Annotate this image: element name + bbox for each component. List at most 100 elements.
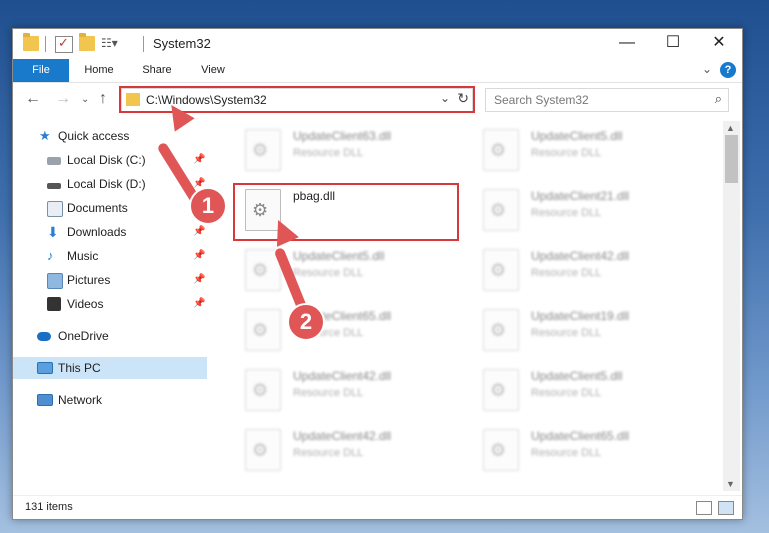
- scroll-thumb[interactable]: [725, 135, 738, 183]
- sidebar-item-documents[interactable]: Documents 📌: [13, 197, 207, 219]
- drive-icon: [47, 183, 61, 189]
- folder-icon[interactable]: [23, 33, 39, 51]
- pc-icon: [37, 362, 53, 374]
- explorer-window: ☷▾ System32 — ☐ ✕ File Home Share View ⌄…: [12, 28, 743, 520]
- pin-icon[interactable]: 📌: [193, 293, 205, 315]
- file-item[interactable]: UpdateClient21.dll Resource DLL: [471, 185, 681, 233]
- scroll-down-icon[interactable]: ▼: [726, 479, 735, 489]
- tab-home[interactable]: Home: [75, 59, 123, 82]
- file-type: Resource DLL: [531, 387, 602, 399]
- search-placeholder: Search System32: [494, 93, 589, 107]
- sidebar-item-music[interactable]: ♪ Music 📌: [13, 245, 207, 267]
- downloads-icon: ⬇: [47, 224, 59, 240]
- file-item[interactable]: UpdateClient63.dll Resource DLL: [233, 125, 443, 173]
- star-icon: ★: [39, 128, 51, 143]
- maximize-button[interactable]: ☐: [650, 29, 696, 59]
- forward-arrow-icon[interactable]: →: [55, 90, 71, 108]
- file-item[interactable]: UpdateClient42.dll Resource DLL: [233, 425, 443, 473]
- dll-file-icon: [483, 309, 519, 351]
- sidebar-item-label: OneDrive: [58, 329, 109, 343]
- dll-file-icon: [483, 249, 519, 291]
- file-name: UpdateClient5.dll: [293, 249, 385, 263]
- file-type: Resource DLL: [531, 447, 602, 459]
- file-name: UpdateClient42.dll: [531, 249, 630, 263]
- pin-icon[interactable]: 📌: [193, 149, 205, 171]
- documents-icon: [47, 201, 63, 217]
- file-item[interactable]: UpdateClient19.dll Resource DLL: [471, 305, 681, 353]
- divider: [45, 36, 46, 52]
- pin-icon[interactable]: 📌: [193, 269, 205, 291]
- large-icons-view-icon[interactable]: [718, 501, 734, 515]
- dll-file-icon: [245, 429, 281, 471]
- file-name: UpdateClient5.dll: [531, 129, 623, 143]
- file-item[interactable]: UpdateClient65.dll Resource DLL: [233, 305, 443, 353]
- sidebar-item-label: Music: [67, 249, 99, 263]
- pin-icon[interactable]: 📌: [193, 245, 205, 267]
- file-item[interactable]: UpdateClient42.dll Resource DLL: [233, 365, 443, 413]
- file-item[interactable]: UpdateClient5.dll Resource DLL: [233, 245, 443, 293]
- minimize-button[interactable]: —: [604, 29, 650, 59]
- file-name: UpdateClient21.dll: [531, 189, 630, 203]
- tab-share[interactable]: Share: [133, 59, 181, 82]
- title-bar: ☷▾ System32 — ☐ ✕: [13, 29, 742, 59]
- sidebar-item-label: Downloads: [67, 225, 127, 239]
- dll-file-icon: [245, 129, 281, 171]
- file-type: Resource DLL: [531, 147, 602, 159]
- dll-file-icon: [245, 309, 281, 351]
- ribbon-tabs: File Home Share View ⌄ ?: [13, 59, 742, 83]
- sidebar-item-network[interactable]: Network: [13, 389, 207, 411]
- dll-file-icon: [245, 369, 281, 411]
- file-item[interactable]: UpdateClient5.dll Resource DLL: [471, 365, 681, 413]
- tab-view[interactable]: View: [189, 59, 237, 82]
- file-name: UpdateClient63.dll: [293, 129, 392, 143]
- search-input[interactable]: Search System32 ⌕: [485, 88, 729, 112]
- back-arrow-icon[interactable]: ←: [25, 90, 41, 108]
- dll-file-icon: [483, 189, 519, 231]
- details-view-icon[interactable]: [696, 501, 712, 515]
- pictures-icon: [47, 273, 63, 289]
- file-name: UpdateClient42.dll: [293, 369, 392, 383]
- drive-icon: [47, 157, 61, 165]
- file-name: UpdateClient19.dll: [531, 309, 630, 323]
- sidebar-item-label: Videos: [67, 297, 104, 311]
- step-badge-1: 1: [189, 187, 227, 225]
- sidebar-item-label: This PC: [58, 361, 101, 375]
- recent-locations-icon[interactable]: ⌄: [81, 94, 89, 105]
- close-button[interactable]: ✕: [696, 29, 742, 59]
- chevron-down-icon[interactable]: ⌄: [702, 62, 712, 76]
- file-item[interactable]: UpdateClient5.dll Resource DLL: [471, 125, 681, 173]
- sidebar-item-pictures[interactable]: Pictures 📌: [13, 269, 207, 291]
- file-type: Resource DLL: [293, 447, 364, 459]
- customize-qat-icon[interactable]: ☷▾: [101, 36, 118, 50]
- sidebar-item-downloads[interactable]: ⬇ Downloads 📌: [13, 221, 207, 243]
- tab-file[interactable]: File: [13, 59, 69, 82]
- sidebar-item-label: Local Disk (D:): [67, 177, 146, 191]
- file-name: UpdateClient42.dll: [293, 429, 392, 443]
- file-type: Resource DLL: [531, 267, 602, 279]
- search-icon[interactable]: ⌕: [715, 91, 722, 107]
- sidebar-item-this-pc[interactable]: This PC: [13, 357, 207, 379]
- sidebar-item-label: Local Disk (C:): [67, 153, 146, 167]
- file-item[interactable]: UpdateClient65.dll Resource DLL: [471, 425, 681, 473]
- videos-icon: [47, 297, 61, 311]
- help-icon[interactable]: ?: [720, 62, 736, 78]
- file-type: Resource DLL: [531, 327, 602, 339]
- file-item[interactable]: UpdateClient42.dll Resource DLL: [471, 245, 681, 293]
- address-row: ← → ⌄ ↑ C:\Windows\System32 ⌄ ↻ Search S…: [13, 83, 742, 117]
- new-folder-icon[interactable]: [79, 33, 95, 51]
- step-badge-2: 2: [287, 303, 325, 341]
- properties-icon[interactable]: [55, 35, 73, 53]
- file-name: UpdateClient65.dll: [531, 429, 630, 443]
- sidebar-item-videos[interactable]: Videos 📌: [13, 293, 207, 315]
- file-type: Resource DLL: [293, 147, 364, 159]
- dll-file-icon: [483, 369, 519, 411]
- sidebar-item-label: Pictures: [67, 273, 111, 287]
- up-arrow-icon[interactable]: ↑: [99, 90, 107, 108]
- scroll-up-icon[interactable]: ▲: [726, 123, 735, 133]
- file-type: Resource DLL: [293, 387, 364, 399]
- sidebar-item-label: Documents: [67, 201, 128, 215]
- dll-file-icon: [483, 129, 519, 171]
- vertical-scrollbar[interactable]: ▲ ▼: [723, 121, 740, 491]
- onedrive-icon: [37, 332, 51, 341]
- sidebar-item-onedrive[interactable]: OneDrive: [13, 325, 207, 347]
